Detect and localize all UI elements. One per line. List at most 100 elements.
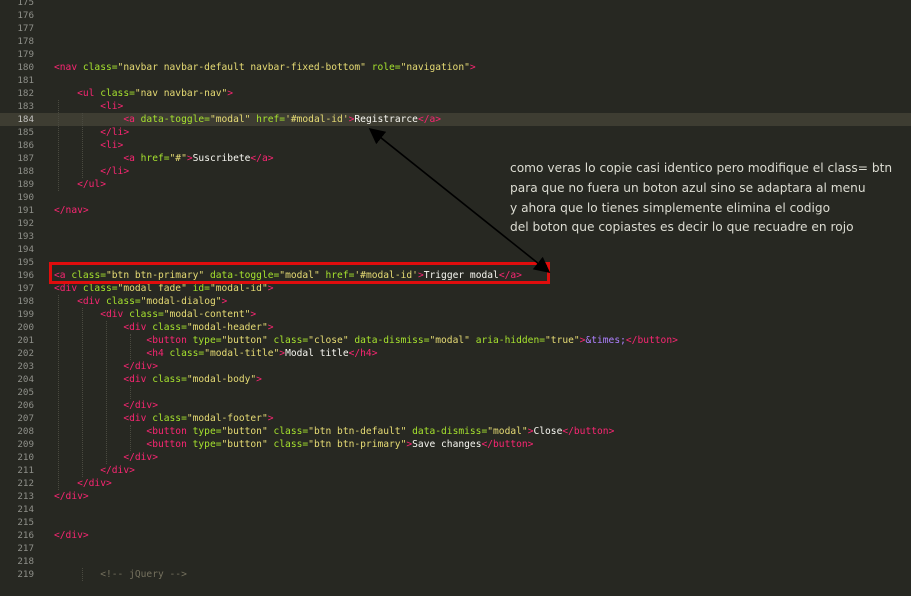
code-text[interactable]: <div class="modal-dialog">: [54, 295, 227, 308]
code-line[interactable]: 183 <li>: [0, 100, 911, 113]
code-token: href=: [134, 153, 170, 164]
code-lines[interactable]: 175 176 177 178 179 180 <nav class="navbar nav…: [0, 0, 911, 581]
code-token: "modal-id": [209, 283, 268, 294]
code-token: </div>: [100, 465, 135, 476]
code-token: </li>: [100, 127, 130, 138]
code-text[interactable]: </li>: [54, 126, 129, 139]
annotation-text: como veras lo copie casi identico pero m…: [510, 159, 911, 238]
code-token: &times;: [585, 335, 626, 346]
code-token: class=: [94, 88, 135, 99]
code-line[interactable]: 184 <a data-toggle="modal" href='#modal-…: [0, 113, 911, 126]
code-line[interactable]: 176: [0, 9, 911, 22]
code-text[interactable]: </div>: [54, 490, 89, 503]
code-text[interactable]: <div class="modal-body">: [54, 373, 262, 386]
code-line[interactable]: 205: [0, 386, 911, 399]
code-token: >: [250, 309, 257, 320]
code-text[interactable]: </div>: [54, 464, 135, 477]
code-line[interactable]: 214: [0, 503, 911, 516]
code-line[interactable]: 200 <div class="modal-header">: [0, 321, 911, 334]
code-token: class=: [77, 283, 118, 294]
indent-guide: [82, 113, 83, 178]
code-text[interactable]: </ul>: [54, 178, 106, 191]
line-number: 214: [17, 504, 34, 515]
line-number: 176: [17, 10, 34, 21]
code-line[interactable]: 178: [0, 35, 911, 48]
code-line[interactable]: 181: [0, 74, 911, 87]
code-text[interactable]: <li>: [54, 139, 123, 152]
code-token: class=: [267, 426, 309, 437]
code-line[interactable]: 217: [0, 542, 911, 555]
code-text[interactable]: <div class="modal-content">: [54, 308, 256, 321]
code-line[interactable]: 208 <button type="button" class="btn btn…: [0, 425, 911, 438]
code-line[interactable]: 204 <div class="modal-body">: [0, 373, 911, 386]
code-token: </div>: [77, 478, 112, 489]
code-line[interactable]: 203 </div>: [0, 360, 911, 373]
line-number: 183: [17, 101, 34, 112]
code-text[interactable]: <ul class="nav navbar-nav">: [54, 87, 233, 100]
code-token: id=: [186, 283, 210, 294]
line-number: 212: [17, 478, 34, 489]
code-line[interactable]: 213 </div>: [0, 490, 911, 503]
code-text[interactable]: </nav>: [54, 204, 89, 217]
code-text[interactable]: <nav class="navbar navbar-default navbar…: [54, 61, 476, 74]
code-token: >: [469, 62, 476, 73]
line-number: 217: [17, 543, 34, 554]
code-text[interactable]: </div>: [54, 529, 89, 542]
code-token: </ul>: [77, 179, 106, 190]
code-line[interactable]: 199 <div class="modal-content">: [0, 308, 911, 321]
code-text[interactable]: </div>: [54, 477, 112, 490]
annotation-line-2: para que no fuera un boton azul sino se …: [510, 180, 866, 195]
code-token: </button>: [625, 335, 678, 346]
code-line[interactable]: 218: [0, 555, 911, 568]
code-line[interactable]: 180 <nav class="navbar navbar-default nav…: [0, 61, 911, 74]
code-line[interactable]: 209 <button type="button" class="btn btn…: [0, 438, 911, 451]
code-token: <h4: [146, 348, 164, 359]
code-token: Save changes: [412, 439, 482, 450]
line-number: 184: [17, 114, 34, 125]
code-line[interactable]: 185 </li>: [0, 126, 911, 139]
code-line[interactable]: 175: [0, 0, 911, 9]
code-line[interactable]: 201 <button type="button" class="close" …: [0, 334, 911, 347]
code-line[interactable]: 179: [0, 48, 911, 61]
code-text[interactable]: <a href="#">Suscribete</a>: [54, 152, 273, 165]
code-token: >: [221, 296, 228, 307]
code-text[interactable]: <div class="modal-header">: [54, 321, 274, 334]
code-line[interactable]: 177: [0, 22, 911, 35]
line-number: 181: [17, 75, 34, 86]
code-text[interactable]: </li>: [54, 165, 129, 178]
code-line[interactable]: 206 </div>: [0, 399, 911, 412]
line-number: 179: [17, 49, 34, 60]
line-number: 210: [17, 452, 34, 463]
code-line[interactable]: 202 <h4 class="modal-title">Modal title<…: [0, 347, 911, 360]
code-editor[interactable]: 175 176 177 178 179 180 <nav class="navbar nav…: [0, 0, 911, 596]
code-line[interactable]: 182 <ul class="nav navbar-nav">: [0, 87, 911, 100]
code-text[interactable]: <li>: [54, 100, 123, 113]
code-token: >: [267, 322, 274, 333]
line-number: 204: [17, 374, 34, 385]
code-line[interactable]: 219 <!-- jQuery -->: [0, 568, 911, 581]
code-line[interactable]: 210 </div>: [0, 451, 911, 464]
code-token: Suscribete: [192, 153, 251, 164]
code-line[interactable]: 212 </div>: [0, 477, 911, 490]
code-text[interactable]: <!-- jQuery -->: [54, 568, 187, 581]
code-text[interactable]: <button type="button" class="btn btn-pri…: [54, 438, 533, 451]
code-token: class=: [123, 309, 164, 320]
code-line[interactable]: 198 <div class="modal-dialog">: [0, 295, 911, 308]
line-number: 208: [17, 426, 34, 437]
code-line[interactable]: 215: [0, 516, 911, 529]
code-text[interactable]: <a data-toggle="modal" href='#modal-id'>…: [54, 113, 441, 126]
code-token: "#": [169, 153, 187, 164]
code-text[interactable]: <button type="button" class="btn btn-def…: [54, 425, 614, 438]
code-line[interactable]: 207 <div class="modal-footer">: [0, 412, 911, 425]
code-text[interactable]: <div class="modal-footer">: [54, 412, 273, 425]
code-text[interactable]: <h4 class="modal-title">Modal title</h4>: [54, 347, 377, 360]
code-token: "modal fade": [117, 283, 187, 294]
code-line[interactable]: 194: [0, 243, 911, 256]
code-line[interactable]: 211 </div>: [0, 464, 911, 477]
code-line[interactable]: 216 </div>: [0, 529, 911, 542]
code-line[interactable]: 186 <li>: [0, 139, 911, 152]
code-text[interactable]: <button type="button" class="close" data…: [54, 334, 678, 347]
